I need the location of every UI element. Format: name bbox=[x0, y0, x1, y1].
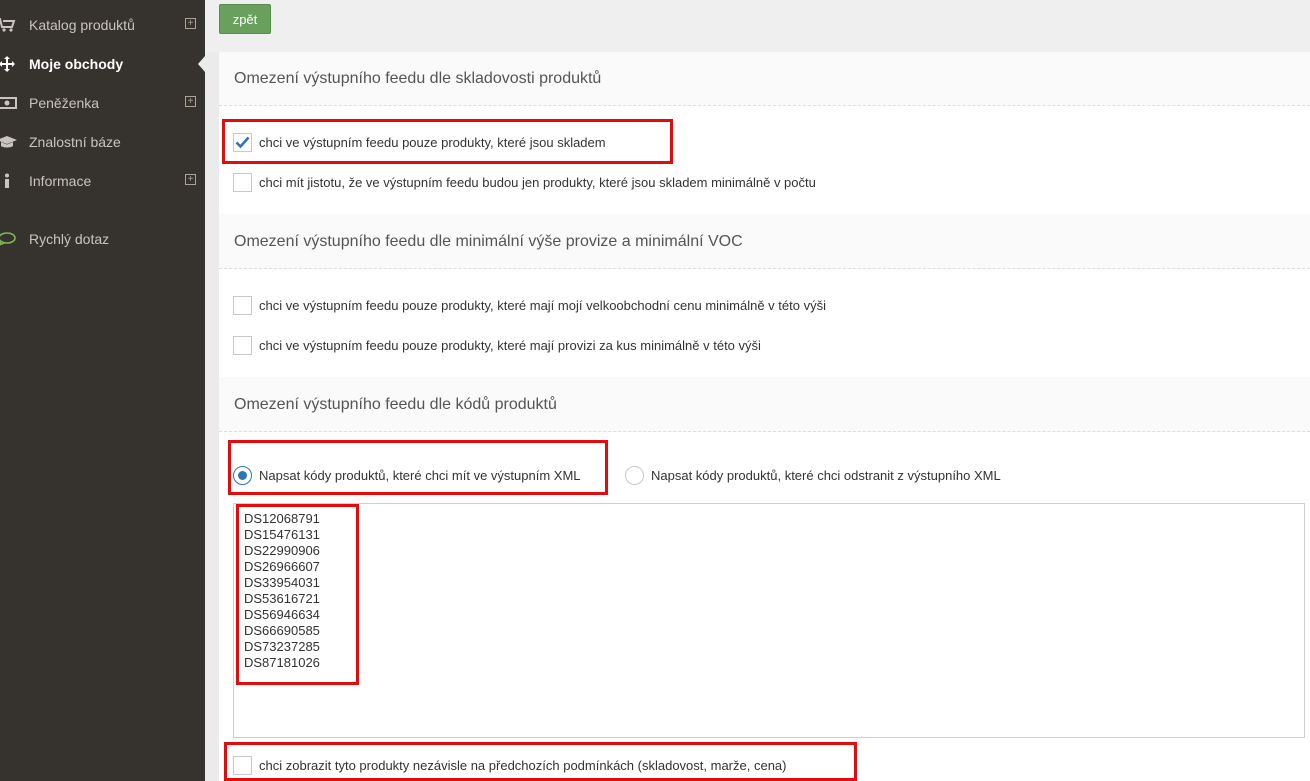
product-code: DS66690585 bbox=[244, 623, 320, 638]
product-code: DS26966607 bbox=[244, 559, 320, 574]
sidebar: Katalog produktů + Moje obchody Peněženk… bbox=[0, 0, 205, 781]
option-label: chci zobrazit tyto produkty nezávisle na… bbox=[259, 758, 787, 773]
sidebar-item-label: Informace bbox=[29, 172, 92, 189]
active-indicator bbox=[198, 56, 205, 72]
sidebar-item-moje-obchody[interactable]: Moje obchody bbox=[0, 44, 205, 83]
product-codes-textarea[interactable]: DS12068791 DS15476131 DS22990906 DS26966… bbox=[233, 503, 1305, 738]
section-title-commission: Omezení výstupního feedu dle minimální v… bbox=[234, 233, 743, 250]
option-label: chci ve výstupním feedu pouze produkty, … bbox=[259, 135, 606, 150]
section-title-codes: Omezení výstupního feedu dle kódů produk… bbox=[234, 396, 557, 413]
min-wholesale-price-checkbox[interactable] bbox=[233, 296, 252, 315]
include-codes-radio-option[interactable]: Napsat kódy produktů, které chci mít ve … bbox=[233, 466, 581, 485]
product-code: DS15476131 bbox=[244, 527, 320, 542]
expand-plus-icon[interactable]: + bbox=[185, 174, 196, 185]
product-code: DS12068791 bbox=[244, 511, 320, 526]
checkmark-icon bbox=[235, 136, 250, 149]
sidebar-item-katalog-produktu[interactable]: Katalog produktů + bbox=[0, 5, 205, 44]
option-label: chci ve výstupním feedu pouze produkty, … bbox=[259, 298, 826, 313]
product-code: DS22990906 bbox=[244, 543, 320, 558]
product-code: DS33954031 bbox=[244, 575, 320, 590]
cart-icon bbox=[0, 17, 18, 33]
sidebar-item-label: Peněženka bbox=[29, 94, 100, 111]
graduation-cap-icon bbox=[0, 134, 18, 150]
move-arrows-icon bbox=[0, 55, 18, 72]
product-code: DS56946634 bbox=[244, 607, 320, 622]
independent-display-option[interactable]: chci zobrazit tyto produkty nezávisle na… bbox=[233, 756, 786, 775]
sidebar-item-informace[interactable]: Informace + bbox=[0, 161, 205, 200]
expand-plus-icon[interactable]: + bbox=[185, 96, 196, 107]
section-title-stock: Omezení výstupního feedu dle skladovosti… bbox=[234, 70, 602, 87]
section-body-commission bbox=[219, 269, 1310, 377]
exclude-codes-radio-option[interactable]: Napsat kódy produktů, které chci odstran… bbox=[625, 466, 1001, 485]
include-codes-radio[interactable] bbox=[233, 466, 252, 485]
min-wholesale-price-option[interactable]: chci ve výstupním feedu pouze produkty, … bbox=[233, 296, 826, 315]
product-code: DS73237285 bbox=[244, 639, 320, 654]
expand-plus-icon[interactable]: + bbox=[185, 18, 196, 29]
sidebar-item-label: Katalog produktů bbox=[29, 16, 135, 33]
option-label: Napsat kódy produktů, které chci mít ve … bbox=[259, 468, 581, 483]
option-label: chci mít jistotu, že ve výstupním feedu … bbox=[259, 175, 816, 190]
sidebar-item-label: Rychlý dotaz bbox=[29, 230, 110, 247]
back-button[interactable]: zpět bbox=[219, 4, 271, 34]
product-code: DS53616721 bbox=[244, 591, 320, 606]
in-stock-only-checkbox[interactable] bbox=[233, 133, 252, 152]
option-label: Napsat kódy produktů, které chci odstran… bbox=[651, 468, 1001, 483]
min-commission-checkbox[interactable] bbox=[233, 336, 252, 355]
sidebar-item-label: Znalostní báze bbox=[29, 133, 121, 150]
in-stock-only-option[interactable]: chci ve výstupním feedu pouze produkty, … bbox=[233, 133, 606, 152]
money-icon bbox=[0, 95, 18, 111]
min-commission-option[interactable]: chci ve výstupním feedu pouze produkty, … bbox=[233, 336, 761, 355]
sidebar-item-label: Moje obchody bbox=[29, 55, 124, 72]
min-stock-checkbox[interactable] bbox=[233, 173, 252, 192]
min-stock-option[interactable]: chci mít jistotu, že ve výstupním feedu … bbox=[233, 173, 816, 192]
product-code: DS87181026 bbox=[244, 655, 320, 670]
option-label: chci ve výstupním feedu pouze produkty, … bbox=[259, 338, 761, 353]
section-body-stock bbox=[219, 106, 1310, 214]
sidebar-item-rychly-dotaz[interactable]: Rychlý dotaz bbox=[0, 219, 205, 258]
chat-bubble-icon bbox=[0, 231, 18, 247]
sidebar-item-znalostni-baze[interactable]: Znalostní báze bbox=[0, 122, 205, 161]
top-bar bbox=[205, 0, 1310, 52]
info-icon bbox=[0, 173, 18, 189]
exclude-codes-radio[interactable] bbox=[625, 466, 644, 485]
independent-display-checkbox[interactable] bbox=[233, 756, 252, 775]
sidebar-item-penezenka[interactable]: Peněženka + bbox=[0, 83, 205, 122]
